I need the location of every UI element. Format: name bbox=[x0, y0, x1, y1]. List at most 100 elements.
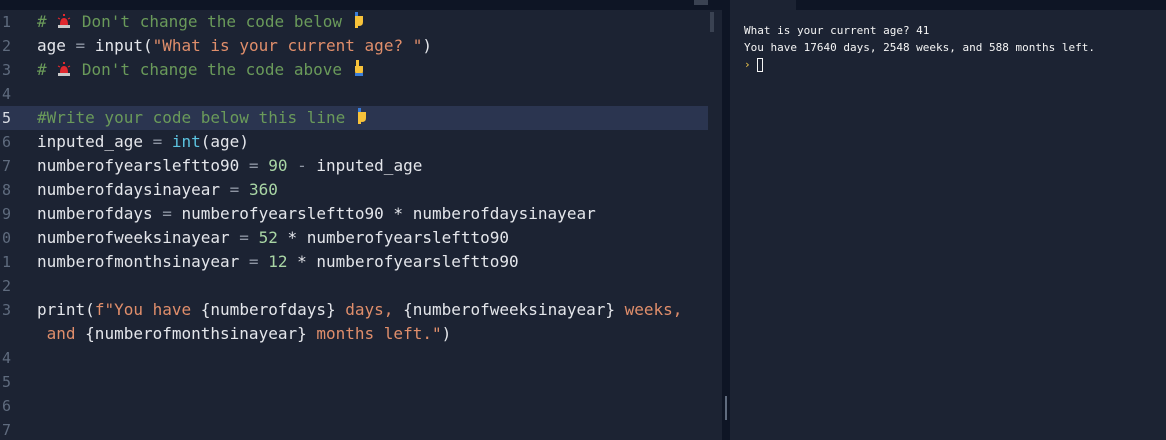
line-number: 1 bbox=[2, 13, 12, 31]
comment-token: Don't change the code below bbox=[72, 12, 352, 31]
editor-scroll-handle[interactable] bbox=[694, 0, 708, 5]
variable-token: inputed_age bbox=[316, 156, 423, 175]
console-output-line: You have 17640 days, 2548 weeks, and 588… bbox=[744, 41, 1095, 54]
line-number: 7 bbox=[2, 421, 12, 439]
variable-token: age bbox=[37, 36, 66, 55]
line-number: 4 bbox=[2, 85, 12, 103]
comment-token: #Write your code below this line bbox=[37, 108, 355, 127]
police-siren-icon bbox=[56, 59, 72, 83]
code-line[interactable]: numberofweeksinayear = 52 * numberofyear… bbox=[37, 226, 722, 250]
code-line[interactable]: numberofdaysinayear = 360 bbox=[37, 178, 722, 202]
code-line-empty[interactable] bbox=[37, 418, 722, 440]
line-number-gutter: 1 2 3 4 5 6 7 8 9 0 1 2 3 4 5 6 7 bbox=[0, 10, 28, 440]
paren-token: ( bbox=[142, 36, 153, 55]
comment-token: # bbox=[37, 12, 57, 31]
line-number: 2 bbox=[2, 277, 12, 295]
operator-token: - bbox=[287, 156, 317, 175]
operator-token: = bbox=[239, 156, 269, 175]
pointing-down-icon bbox=[355, 107, 369, 131]
divider-grip[interactable] bbox=[725, 396, 727, 420]
string-token: months left." bbox=[306, 324, 442, 343]
code-line-empty[interactable] bbox=[37, 394, 722, 418]
console-output-line: What is your current age? 41 bbox=[744, 24, 930, 37]
paren-token: ) bbox=[441, 324, 452, 343]
line-number-active: 5 bbox=[2, 109, 12, 127]
variable-token: numberofweeksinayear bbox=[37, 228, 230, 247]
console-tab[interactable] bbox=[730, 0, 796, 10]
number-token: 12 bbox=[268, 252, 288, 271]
line-number-wrap bbox=[0, 322, 28, 346]
interpolation-token: {numberofweeksinayear} bbox=[403, 300, 615, 319]
operator-token: = bbox=[65, 36, 95, 55]
code-editor[interactable]: 1 2 3 4 5 6 7 8 9 0 1 2 3 4 5 6 7 # Don'… bbox=[0, 0, 722, 440]
console-output[interactable]: What is your current age? 41 You have 17… bbox=[744, 22, 1160, 73]
line-number: 6 bbox=[2, 133, 12, 151]
operator-token: = bbox=[229, 228, 259, 247]
interpolation-token: {numberofdays} bbox=[200, 300, 336, 319]
editor-top-bar bbox=[0, 0, 722, 10]
comment-token: # bbox=[37, 60, 57, 79]
function-token: print bbox=[37, 300, 86, 319]
function-token: input bbox=[94, 36, 143, 55]
string-token: and bbox=[37, 324, 86, 343]
number-token: 90 bbox=[268, 156, 288, 175]
operator-token: = bbox=[239, 252, 269, 271]
operator-token: = bbox=[220, 180, 249, 199]
code-line[interactable]: # Don't change the code above bbox=[37, 58, 722, 82]
variable-token: inputed_age bbox=[37, 132, 143, 151]
line-number: 5 bbox=[2, 373, 12, 391]
code-line-empty[interactable] bbox=[37, 346, 722, 370]
console-pane[interactable]: What is your current age? 41 You have 17… bbox=[730, 0, 1166, 440]
line-number: 6 bbox=[2, 397, 12, 415]
number-token: 52 bbox=[258, 228, 278, 247]
expression-token: numberofyearsleftto90 * numberofdaysinay… bbox=[181, 204, 596, 223]
code-line-empty[interactable] bbox=[37, 274, 722, 298]
editor-vertical-scrollbar[interactable] bbox=[708, 10, 722, 440]
operator-token: = bbox=[142, 132, 172, 151]
code-line-empty[interactable] bbox=[37, 82, 722, 106]
line-number: 7 bbox=[2, 157, 12, 175]
line-number: 3 bbox=[2, 301, 12, 319]
text-cursor bbox=[756, 57, 763, 72]
pointing-up-icon bbox=[352, 59, 366, 83]
line-number: 2 bbox=[2, 37, 12, 55]
line-number: 9 bbox=[2, 205, 12, 223]
variable-token: numberofdaysinayear bbox=[37, 180, 221, 199]
code-line[interactable]: numberofmonthsinayear = 12 * numberofyea… bbox=[37, 250, 722, 274]
builtin-token: int bbox=[171, 132, 201, 151]
pane-resize-divider[interactable] bbox=[722, 0, 730, 440]
line-number: 8 bbox=[2, 181, 12, 199]
paren-token: ) bbox=[422, 36, 432, 55]
paren-token: ( bbox=[85, 300, 95, 319]
string-token: weeks, bbox=[615, 300, 683, 319]
number-token: 360 bbox=[248, 180, 278, 199]
pointing-down-icon bbox=[352, 11, 366, 35]
scrollbar-thumb[interactable] bbox=[710, 12, 714, 32]
variable-token: numberofmonthsinayear bbox=[37, 252, 240, 271]
code-line[interactable]: print(f"You have {numberofdays} days, {n… bbox=[37, 298, 722, 322]
operator-token: = bbox=[152, 204, 182, 223]
line-number: 0 bbox=[2, 229, 12, 247]
fstring-prefix-token: f bbox=[94, 300, 105, 319]
variable-token: numberofdays bbox=[37, 204, 153, 223]
variable-token: numberofyearsleftto90 bbox=[37, 156, 240, 175]
code-line[interactable]: # Don't change the code below bbox=[37, 10, 722, 34]
expression-token: * numberofyearsleftto90 bbox=[277, 228, 510, 247]
string-token: "You have bbox=[104, 300, 201, 319]
args-token: (age) bbox=[200, 132, 249, 151]
console-input-line[interactable]: › bbox=[744, 56, 1160, 73]
line-number: 3 bbox=[2, 61, 12, 79]
string-token: days, bbox=[335, 300, 404, 319]
code-area[interactable]: # Don't change the code below age = inpu… bbox=[37, 10, 722, 440]
code-line-active[interactable]: #Write your code below this line bbox=[37, 106, 722, 130]
code-line[interactable]: age = input("What is your current age? "… bbox=[37, 34, 722, 58]
line-number: 4 bbox=[2, 349, 12, 367]
expression-token: * numberofyearsleftto90 bbox=[287, 252, 519, 271]
code-line-wrapped[interactable]: and {numberofmonthsinayear} months left.… bbox=[37, 322, 722, 346]
code-line[interactable]: inputed_age = int(age) bbox=[37, 130, 722, 154]
code-line[interactable]: numberofyearsleftto90 = 90 - inputed_age bbox=[37, 154, 722, 178]
code-line-empty[interactable] bbox=[37, 370, 722, 394]
line-number: 1 bbox=[2, 253, 12, 271]
prompt-chevron-icon: › bbox=[744, 58, 751, 71]
code-line[interactable]: numberofdays = numberofyearsleftto90 * n… bbox=[37, 202, 722, 226]
